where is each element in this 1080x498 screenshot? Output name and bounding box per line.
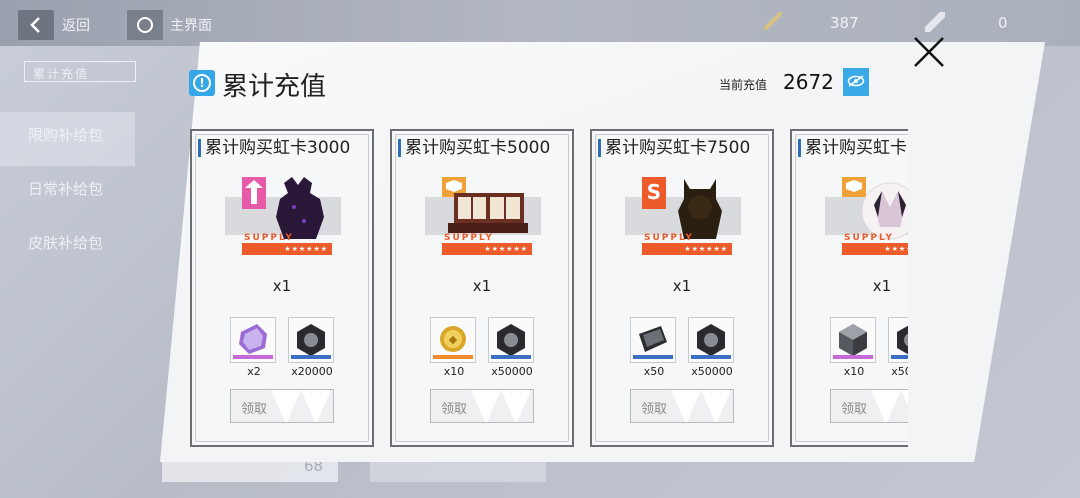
card-title: 累计购买虹卡5000 xyxy=(398,139,550,157)
home-icon xyxy=(137,17,153,33)
svg-text:◆: ◆ xyxy=(449,333,458,346)
reward-qty: x50000 xyxy=(891,365,908,378)
visibility-toggle-button[interactable] xyxy=(843,68,869,96)
claim-button[interactable]: 领取 xyxy=(830,389,908,423)
claim-label: 领取 xyxy=(441,402,468,417)
card-title: 累计购买虹卡10000 xyxy=(798,139,908,157)
reward-cards-scroll[interactable]: 累计购买虹卡3000 SUPPLY ★★★★★★ x1 x2 x20000 领取… xyxy=(188,127,908,457)
supply-word: SUPPLY xyxy=(444,233,494,243)
main-reward-qty: x1 xyxy=(872,277,892,295)
claim-label: 领取 xyxy=(841,402,868,417)
main-reward-qty: x1 xyxy=(672,277,692,295)
reward-card: 累计购买虹卡10000 SUPPLY ★★★★★★ x1 xyxy=(790,129,908,447)
claim-label: 领取 xyxy=(241,402,268,417)
close-icon xyxy=(914,37,944,67)
claim-button[interactable]: 领取 xyxy=(630,389,734,423)
reward-item[interactable]: x50000 xyxy=(888,317,908,378)
current-recharge-value: 2672 xyxy=(783,70,834,94)
reward-qty: x50 xyxy=(643,365,665,378)
reward-card: 累计购买虹卡7500 S SUPPLY ★★★★★★ x1 x50 x50000… xyxy=(590,129,774,447)
svg-text:S: S xyxy=(647,180,661,204)
reward-item[interactable]: x50 xyxy=(630,317,678,378)
reward-qty: x50000 xyxy=(491,365,533,378)
supply-crate: SUPPLY ★★★★★★ xyxy=(242,177,332,257)
back-button[interactable] xyxy=(18,10,54,40)
star-rating: ★★★★★★ xyxy=(242,243,332,255)
modal-title: 累计充值 xyxy=(222,72,327,102)
sidebar-item-daily[interactable]: 日常补给包 xyxy=(0,166,135,220)
supply-word: SUPPLY xyxy=(644,233,694,243)
home-label[interactable]: 主界面 xyxy=(170,15,212,35)
section-tag: 累计充值 xyxy=(24,61,136,82)
main-reward-qty: x1 xyxy=(272,277,292,295)
back-label[interactable]: 返回 xyxy=(62,15,90,35)
reward-qty: x10 xyxy=(843,365,865,378)
card-icon xyxy=(925,12,945,32)
reward-item[interactable]: ◆ x10 xyxy=(430,317,478,378)
reward-item[interactable]: x2 xyxy=(230,317,278,378)
sidebar-item-skin[interactable]: 皮肤补给包 xyxy=(0,220,135,274)
main-reward-qty: x1 xyxy=(472,277,492,295)
claim-label: 领取 xyxy=(641,402,668,417)
reward-qty: x50000 xyxy=(691,365,733,378)
sidebar-item-limited[interactable]: 限购补给包 xyxy=(0,112,135,166)
reward-qty: x2 xyxy=(247,365,261,378)
supply-crate: SUPPLY ★★★★★★ xyxy=(842,177,908,257)
card-title: 累计购买虹卡7500 xyxy=(598,139,750,157)
close-button[interactable] xyxy=(911,34,947,70)
current-recharge-label: 当前充值 xyxy=(719,78,768,92)
sidebar: 限购补给包 日常补给包 皮肤补给包 xyxy=(0,112,135,274)
eye-off-icon xyxy=(847,75,865,87)
star-rating: ★★★★★★ xyxy=(842,243,908,255)
card-title: 累计购买虹卡3000 xyxy=(198,139,350,157)
star-rating: ★★★★★★ xyxy=(442,243,532,255)
supply-crate: SUPPLY ★★★★★★ xyxy=(442,177,532,257)
reward-card: 累计购买虹卡5000 SUPPLY ★★★★★★ x1 ◆ x10 x50000… xyxy=(390,129,574,447)
pen-icon xyxy=(764,12,782,30)
resource-b-count: 0 xyxy=(998,14,1008,32)
reward-qty: x20000 xyxy=(291,365,333,378)
pink-emblem-icon xyxy=(242,177,266,209)
reward-item[interactable]: x50000 xyxy=(488,317,536,378)
reward-item[interactable]: x10 xyxy=(830,317,878,378)
reward-qty: x10 xyxy=(443,365,465,378)
star-rating: ★★★★★★ xyxy=(642,243,732,255)
info-icon: ! xyxy=(189,70,215,96)
claim-button[interactable]: 领取 xyxy=(430,389,534,423)
supply-word: SUPPLY xyxy=(844,233,894,243)
claim-button[interactable]: 领取 xyxy=(230,389,334,423)
supply-word: SUPPLY xyxy=(244,233,294,243)
home-button[interactable] xyxy=(127,10,163,40)
chevron-left-icon xyxy=(30,17,40,33)
orange-s-emblem-icon: S xyxy=(642,177,666,209)
reward-item[interactable]: x50000 xyxy=(688,317,736,378)
reward-card: 累计购买虹卡3000 SUPPLY ★★★★★★ x1 x2 x20000 领取 xyxy=(190,129,374,447)
supply-crate: S SUPPLY ★★★★★★ xyxy=(642,177,732,257)
reward-item[interactable]: x20000 xyxy=(288,317,336,378)
resource-a-count: 387 xyxy=(830,14,859,32)
